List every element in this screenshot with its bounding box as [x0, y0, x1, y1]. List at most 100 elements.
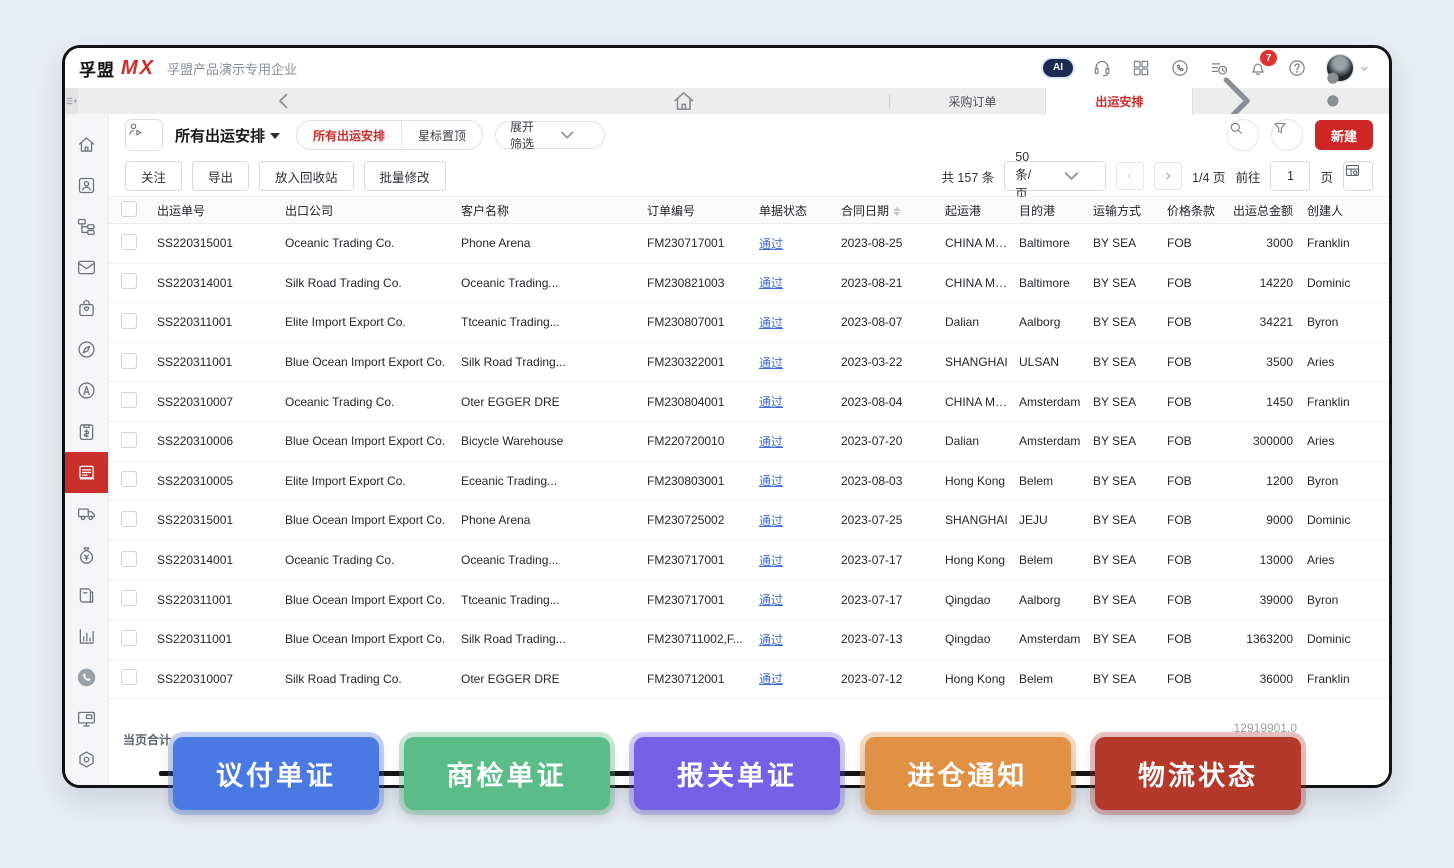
status-link[interactable]: 通过 — [759, 316, 783, 330]
cell-9: FOB — [1167, 672, 1233, 686]
table-row[interactable]: SS220315001Oceanic Trading Co.Phone Aren… — [109, 224, 1389, 264]
column-header-6: 起运港 — [945, 202, 1019, 219]
status-link[interactable]: 通过 — [759, 593, 783, 607]
status-link[interactable]: 通过 — [759, 554, 783, 568]
row-checkbox[interactable] — [121, 511, 157, 530]
a-circle-icon — [76, 380, 97, 401]
view-switcher-button[interactable] — [125, 119, 163, 151]
column-header-5[interactable]: 合同日期 — [841, 202, 945, 219]
sidebar-item-home[interactable] — [65, 124, 108, 165]
row-checkbox[interactable] — [121, 471, 157, 490]
cell-1: Silk Road Trading Co. — [285, 276, 461, 290]
row-checkbox[interactable] — [121, 392, 157, 411]
table-row[interactable]: SS220315001Blue Ocean Import Export Co.P… — [109, 501, 1389, 541]
mail-icon — [76, 257, 97, 278]
status-link[interactable]: 通过 — [759, 672, 783, 686]
sidebar-item-settings[interactable] — [65, 739, 108, 780]
next-page-button[interactable] — [1154, 162, 1182, 190]
sidebar-item-crm[interactable] — [65, 370, 108, 411]
table-row[interactable]: SS220310007Silk Road Trading Co.Oter EGG… — [109, 660, 1389, 700]
sidebar-item-finance[interactable] — [65, 534, 108, 575]
tab-purchase-orders[interactable]: 采购订单 — [899, 88, 1046, 114]
page-size-select[interactable]: 50 条/页 — [1004, 161, 1106, 191]
row-checkbox[interactable] — [121, 273, 157, 292]
cell-0: SS220311001 — [157, 355, 285, 369]
row-checkbox[interactable] — [121, 234, 157, 253]
status-link[interactable]: 通过 — [759, 276, 783, 290]
status-link[interactable]: 通过 — [759, 356, 783, 370]
expand-filters-button[interactable]: 展开筛选 — [495, 121, 605, 149]
caret-down-icon — [270, 133, 280, 139]
search-button[interactable] — [1227, 119, 1259, 151]
sidebar-item-whatsapp[interactable] — [65, 657, 108, 698]
recycle-bin-button[interactable]: 放入回收站 — [259, 161, 354, 191]
sidebar-item-orders[interactable] — [65, 411, 108, 452]
filter-button[interactable] — [1271, 119, 1303, 151]
back-chevron-icon[interactable] — [88, 88, 480, 114]
home-tab-icon[interactable] — [488, 88, 880, 114]
cell-11: Byron — [1307, 593, 1389, 607]
status-link[interactable]: 通过 — [759, 474, 783, 488]
create-new-button[interactable]: 新建 — [1315, 120, 1373, 150]
table-row[interactable]: SS220310007Oceanic Trading Co.Oter EGGER… — [109, 382, 1389, 422]
table-row[interactable]: SS220314001Silk Road Trading Co.Oceanic … — [109, 264, 1389, 304]
filter-all-shipments[interactable]: 所有出运安排 — [297, 121, 401, 149]
sidebar-item-contacts[interactable] — [65, 165, 108, 206]
sidebar-item-mail[interactable] — [65, 247, 108, 288]
filter-starred-top[interactable]: 星标置顶 — [401, 121, 482, 149]
flow-negotiation-docs-button[interactable]: 议付单证 — [173, 737, 379, 810]
row-checkbox[interactable] — [121, 551, 157, 570]
cell-5: 2023-08-04 — [841, 395, 945, 409]
sidebar-item-products[interactable] — [65, 288, 108, 329]
status-link[interactable]: 通过 — [759, 435, 783, 449]
prev-page-button[interactable] — [1116, 162, 1144, 190]
row-checkbox[interactable] — [121, 590, 157, 609]
headset-icon[interactable] — [1092, 58, 1112, 78]
table-row[interactable]: SS220310005Elite Import Export Co.Eceani… — [109, 462, 1389, 502]
sidebar-collapse-button[interactable] — [65, 88, 78, 114]
sidebar-item-logistics[interactable] — [65, 493, 108, 534]
row-checkbox[interactable] — [121, 353, 157, 372]
sidebar-item-shipping-docs[interactable] — [65, 452, 108, 493]
table-row[interactable]: SS220311001Blue Ocean Import Export Co.S… — [109, 620, 1389, 660]
quick-filter-group: 所有出运安排 星标置顶 — [296, 120, 483, 150]
goto-page-input[interactable] — [1270, 161, 1310, 191]
whatsapp-line-icon[interactable] — [1170, 58, 1190, 78]
flow-customs-docs-button[interactable]: 报关单证 — [634, 737, 840, 810]
cell-2: Silk Road Trading... — [461, 632, 647, 646]
status-link[interactable]: 通过 — [759, 237, 783, 251]
follow-button[interactable]: 关注 — [125, 161, 182, 191]
sidebar-item-reports[interactable] — [65, 616, 108, 657]
sidebar-item-ledger[interactable] — [65, 575, 108, 616]
select-all-checkbox[interactable] — [121, 201, 157, 220]
flow-inspection-docs-button[interactable]: 商检单证 — [404, 737, 610, 810]
status-link[interactable]: 通过 — [759, 633, 783, 647]
status-link[interactable]: 通过 — [759, 395, 783, 409]
flow-warehouse-notice-button[interactable]: 进仓通知 — [865, 737, 1071, 810]
sidebar-item-organization[interactable] — [65, 206, 108, 247]
sidebar-item-marketing[interactable] — [65, 329, 108, 370]
table-settings-button[interactable] — [1343, 161, 1373, 191]
checkbox-icon — [121, 353, 137, 369]
row-checkbox[interactable] — [121, 669, 157, 688]
table-row[interactable]: SS220311001Elite Import Export Co.Ttcean… — [109, 303, 1389, 343]
export-button[interactable]: 导出 — [192, 161, 249, 191]
row-checkbox[interactable] — [121, 313, 157, 332]
tab-shipping-arrangement[interactable]: 出运安排 — [1046, 88, 1193, 114]
row-checkbox[interactable] — [121, 432, 157, 451]
batch-edit-button[interactable]: 批量修改 — [364, 161, 446, 191]
notifications-button[interactable]: 7 — [1248, 58, 1268, 78]
table-row[interactable]: SS220311001Blue Ocean Import Export Co.S… — [109, 343, 1389, 383]
sort-icon[interactable] — [893, 207, 901, 216]
sidebar-item-workbench[interactable] — [65, 698, 108, 739]
table-row[interactable]: SS220314001Oceanic Trading Co.Oceanic Tr… — [109, 541, 1389, 581]
table-row[interactable]: SS220311001Blue Ocean Import Export Co.T… — [109, 580, 1389, 620]
view-title[interactable]: 所有出运安排 — [175, 125, 280, 146]
flow-logistics-status-button[interactable]: 物流状态 — [1095, 737, 1301, 810]
table-row[interactable]: SS220310006Blue Ocean Import Export Co.B… — [109, 422, 1389, 462]
apps-grid-icon[interactable] — [1131, 58, 1151, 78]
cell-9: FOB — [1167, 395, 1233, 409]
status-link[interactable]: 通过 — [759, 514, 783, 528]
ai-assistant-button[interactable]: AI — [1043, 59, 1073, 77]
row-checkbox[interactable] — [121, 630, 157, 649]
